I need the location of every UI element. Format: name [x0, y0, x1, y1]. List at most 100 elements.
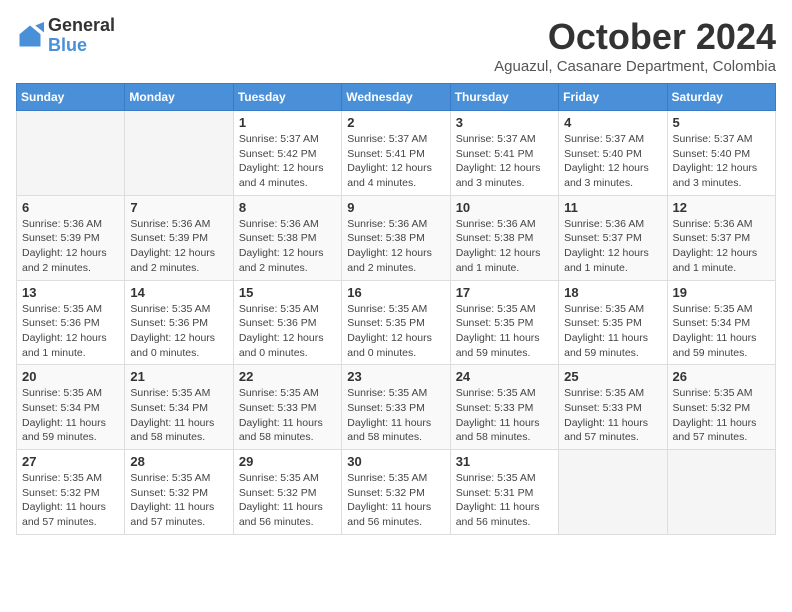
calendar-cell	[125, 111, 233, 196]
day-info: Sunrise: 5:36 AM Sunset: 5:38 PM Dayligh…	[347, 217, 444, 276]
day-number: 25	[564, 369, 661, 384]
calendar-cell: 19 Sunrise: 5:35 AM Sunset: 5:34 PM Dayli…	[667, 280, 775, 365]
day-info: Sunrise: 5:37 AM Sunset: 5:40 PM Dayligh…	[564, 132, 661, 191]
day-info: Sunrise: 5:35 AM Sunset: 5:32 PM Dayligh…	[22, 471, 119, 530]
calendar-cell: 14Sunrise: 5:35 AM Sunset: 5:36 PM Dayli…	[125, 280, 233, 365]
title-area: October 2024 Aguazul, Casanare Departmen…	[494, 16, 776, 75]
day-number: 10	[456, 200, 553, 215]
day-number: 12	[673, 200, 770, 215]
day-number: 11	[564, 200, 661, 215]
day-info: Sunrise: 5:35 AM Sunset: 5:34 PM Dayligh…	[673, 302, 770, 361]
calendar-cell: 23Sunrise: 5:35 AM Sunset: 5:33 PM Dayli…	[342, 365, 450, 450]
day-number: 7	[130, 200, 227, 215]
calendar-cell: 27 Sunrise: 5:35 AM Sunset: 5:32 PM Dayli…	[17, 450, 125, 535]
day-number: 9	[347, 200, 444, 215]
day-number: 15	[239, 285, 336, 300]
calendar-cell: 28 Sunrise: 5:35 AM Sunset: 5:32 PM Dayli…	[125, 450, 233, 535]
day-number: 28	[130, 454, 227, 469]
calendar-body: 1Sunrise: 5:37 AM Sunset: 5:42 PM Daylig…	[17, 111, 776, 535]
day-info: Sunrise: 5:35 AM Sunset: 5:36 PM Dayligh…	[22, 302, 119, 361]
calendar-cell: 17 Sunrise: 5:35 AM Sunset: 5:35 PM Dayli…	[450, 280, 558, 365]
day-number: 17	[456, 285, 553, 300]
calendar-cell: 13 Sunrise: 5:35 AM Sunset: 5:36 PM Dayli…	[17, 280, 125, 365]
calendar-cell: 9 Sunrise: 5:36 AM Sunset: 5:38 PM Daylig…	[342, 195, 450, 280]
calendar-cell	[17, 111, 125, 196]
day-info: Sunrise: 5:36 AM Sunset: 5:37 PM Dayligh…	[564, 217, 661, 276]
calendar-cell: 11 Sunrise: 5:36 AM Sunset: 5:37 PM Dayli…	[559, 195, 667, 280]
header-day: Monday	[125, 84, 233, 111]
day-number: 14	[130, 285, 227, 300]
day-info: Sunrise: 5:35 AM Sunset: 5:32 PM Dayligh…	[673, 386, 770, 445]
day-info: Sunrise: 5:35 AM Sunset: 5:32 PM Dayligh…	[347, 471, 444, 530]
logo-blue-text: Blue	[48, 35, 87, 55]
day-number: 19	[673, 285, 770, 300]
day-number: 27	[22, 454, 119, 469]
day-number: 30	[347, 454, 444, 469]
day-number: 23	[347, 369, 444, 384]
day-number: 26	[673, 369, 770, 384]
month-title: October 2024	[494, 16, 776, 58]
day-info: Sunrise: 5:37 AM Sunset: 5:40 PM Dayligh…	[673, 132, 770, 191]
calendar-week: 27 Sunrise: 5:35 AM Sunset: 5:32 PM Dayli…	[17, 450, 776, 535]
day-info: Sunrise: 5:35 AM Sunset: 5:33 PM Dayligh…	[456, 386, 553, 445]
header-day: Thursday	[450, 84, 558, 111]
day-number: 13	[22, 285, 119, 300]
calendar-cell: 6Sunrise: 5:36 AM Sunset: 5:39 PM Daylig…	[17, 195, 125, 280]
day-info: Sunrise: 5:37 AM Sunset: 5:42 PM Dayligh…	[239, 132, 336, 191]
calendar-cell: 15 Sunrise: 5:35 AM Sunset: 5:36 PM Dayli…	[233, 280, 341, 365]
header-row: SundayMondayTuesdayWednesdayThursdayFrid…	[17, 84, 776, 111]
day-info: Sunrise: 5:35 AM Sunset: 5:36 PM Dayligh…	[239, 302, 336, 361]
calendar-cell: 24Sunrise: 5:35 AM Sunset: 5:33 PM Dayli…	[450, 365, 558, 450]
day-number: 16	[347, 285, 444, 300]
day-info: Sunrise: 5:35 AM Sunset: 5:35 PM Dayligh…	[347, 302, 444, 361]
logo: General Blue	[16, 16, 115, 56]
calendar-cell: 29Sunrise: 5:35 AM Sunset: 5:32 PM Dayli…	[233, 450, 341, 535]
calendar-cell: 30 Sunrise: 5:35 AM Sunset: 5:32 PM Dayli…	[342, 450, 450, 535]
day-number: 5	[673, 115, 770, 130]
header-day: Saturday	[667, 84, 775, 111]
calendar-cell: 25 Sunrise: 5:35 AM Sunset: 5:33 PM Dayli…	[559, 365, 667, 450]
day-info: Sunrise: 5:35 AM Sunset: 5:33 PM Dayligh…	[564, 386, 661, 445]
day-info: Sunrise: 5:35 AM Sunset: 5:33 PM Dayligh…	[239, 386, 336, 445]
calendar-cell: 21 Sunrise: 5:35 AM Sunset: 5:34 PM Dayli…	[125, 365, 233, 450]
calendar-cell	[667, 450, 775, 535]
calendar-cell: 4Sunrise: 5:37 AM Sunset: 5:40 PM Daylig…	[559, 111, 667, 196]
day-number: 21	[130, 369, 227, 384]
day-info: Sunrise: 5:36 AM Sunset: 5:38 PM Dayligh…	[239, 217, 336, 276]
day-info: Sunrise: 5:37 AM Sunset: 5:41 PM Dayligh…	[456, 132, 553, 191]
header-day: Tuesday	[233, 84, 341, 111]
calendar-cell: 26 Sunrise: 5:35 AM Sunset: 5:32 PM Dayli…	[667, 365, 775, 450]
location-title: Aguazul, Casanare Department, Colombia	[494, 58, 776, 75]
calendar-cell: 1Sunrise: 5:37 AM Sunset: 5:42 PM Daylig…	[233, 111, 341, 196]
calendar-week: 1Sunrise: 5:37 AM Sunset: 5:42 PM Daylig…	[17, 111, 776, 196]
calendar-cell: 8 Sunrise: 5:36 AM Sunset: 5:38 PM Daylig…	[233, 195, 341, 280]
day-info: Sunrise: 5:37 AM Sunset: 5:41 PM Dayligh…	[347, 132, 444, 191]
header-day: Friday	[559, 84, 667, 111]
calendar-week: 13 Sunrise: 5:35 AM Sunset: 5:36 PM Dayli…	[17, 280, 776, 365]
day-number: 2	[347, 115, 444, 130]
calendar-cell: 2 Sunrise: 5:37 AM Sunset: 5:41 PM Daylig…	[342, 111, 450, 196]
calendar-cell: 31Sunrise: 5:35 AM Sunset: 5:31 PM Dayli…	[450, 450, 558, 535]
day-number: 18	[564, 285, 661, 300]
day-info: Sunrise: 5:35 AM Sunset: 5:32 PM Dayligh…	[130, 471, 227, 530]
day-number: 8	[239, 200, 336, 215]
day-number: 22	[239, 369, 336, 384]
day-info: Sunrise: 5:36 AM Sunset: 5:37 PM Dayligh…	[673, 217, 770, 276]
header: General Blue October 2024 Aguazul, Casan…	[16, 16, 776, 75]
day-info: Sunrise: 5:36 AM Sunset: 5:39 PM Dayligh…	[130, 217, 227, 276]
calendar-header: SundayMondayTuesdayWednesdayThursdayFrid…	[17, 84, 776, 111]
day-number: 31	[456, 454, 553, 469]
day-info: Sunrise: 5:35 AM Sunset: 5:34 PM Dayligh…	[22, 386, 119, 445]
day-info: Sunrise: 5:35 AM Sunset: 5:34 PM Dayligh…	[130, 386, 227, 445]
day-number: 20	[22, 369, 119, 384]
calendar-cell	[559, 450, 667, 535]
logo-general-text: General	[48, 15, 115, 35]
day-info: Sunrise: 5:35 AM Sunset: 5:35 PM Dayligh…	[456, 302, 553, 361]
day-number: 6	[22, 200, 119, 215]
logo-icon	[16, 22, 44, 50]
calendar-cell: 22 Sunrise: 5:35 AM Sunset: 5:33 PM Dayli…	[233, 365, 341, 450]
day-number: 29	[239, 454, 336, 469]
calendar-cell: 18Sunrise: 5:35 AM Sunset: 5:35 PM Dayli…	[559, 280, 667, 365]
calendar-table: SundayMondayTuesdayWednesdayThursdayFrid…	[16, 83, 776, 535]
calendar-week: 6 Sunrise: 5:36 AM Sunset: 5:39 PM Daylig…	[17, 195, 776, 280]
